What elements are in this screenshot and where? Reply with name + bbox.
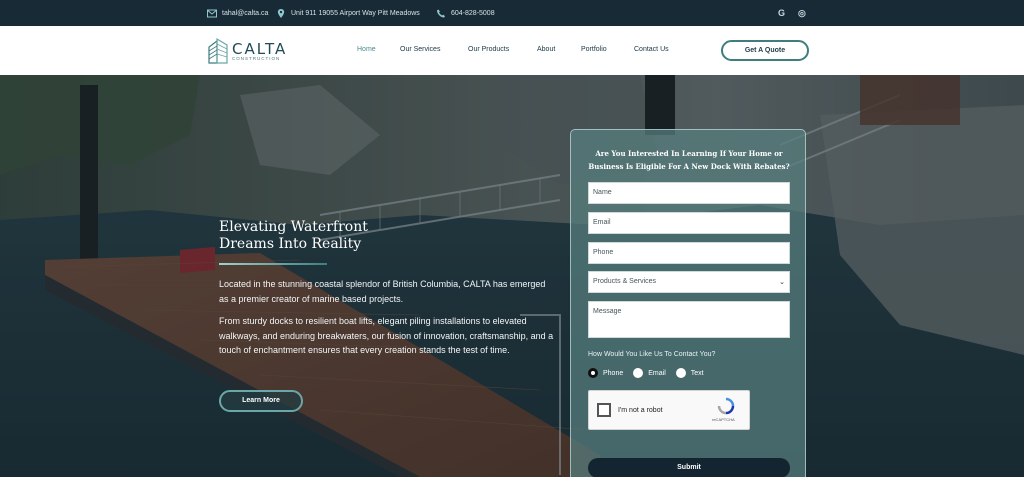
radio-text-label: Text [690,369,704,377]
get-a-quote-button[interactable]: Get A Quote [721,40,809,61]
brand-tagline: CONSTRUCTION [232,56,281,61]
email-field[interactable]: Email [588,212,790,234]
nav-item-portfolio[interactable]: Portfolio [581,46,607,53]
google-icon[interactable]: G [778,8,785,18]
main-navigation: CALTA CONSTRUCTION Home Our Services Our… [0,26,1024,75]
building-logo-icon [208,37,228,64]
topbar-email[interactable]: tahal@calta.ca [207,9,268,18]
hero-title-line-2: Dreams Into Reality [219,236,362,252]
topbar-phone[interactable]: 604-828-5008 [436,9,495,18]
mail-icon [207,9,217,18]
recaptcha-brand: reCAPTCHA [712,417,735,422]
message-field[interactable]: Message [588,301,790,338]
radio-email[interactable] [633,368,644,378]
radio-phone-label: Phone [603,369,624,377]
nav-item-contact-us[interactable]: Contact Us [634,46,669,53]
select-value: Products & Services [593,278,657,285]
hero-section: Elevating Waterfront Dreams Into Reality… [0,75,1024,477]
topbar-address-text: Unit 911 19055 Airport Way Pitt Meadows [291,10,420,17]
topbar-phone-text: 604-828-5008 [451,10,495,17]
products-services-select[interactable]: Products & Services ⌄ [588,271,790,293]
dock-background-image [0,75,1024,477]
form-title: Are You Interested In Learning If Your H… [571,147,807,173]
title-underline [219,263,327,265]
instagram-icon[interactable]: ◎ [798,8,806,19]
hero-services-paragraph: From sturdy docks to resilient boat lift… [219,316,554,355]
recaptcha-logo-icon [717,397,735,415]
nav-item-our-services[interactable]: Our Services [400,46,440,53]
calta-logo[interactable]: CALTA CONSTRUCTION [207,37,302,65]
recaptcha-widget: I'm not a robot reCAPTCHA [588,390,750,430]
form-title-line-1: Are You Interested In Learning If Your H… [595,149,783,158]
recaptcha-checkbox[interactable] [597,403,611,417]
phone-icon [436,9,446,18]
radio-text[interactable] [675,368,686,378]
radio-phone[interactable] [588,368,598,378]
contact-preference-radios: Phone Email Text [588,368,714,378]
dock-rebate-form: Are You Interested In Learning If Your H… [570,129,806,477]
location-pin-icon [277,9,285,18]
topbar-address: Unit 911 19055 Airport Way Pitt Meadows [276,9,420,18]
chevron-down-icon: ⌄ [779,279,785,286]
hero-title: Elevating Waterfront Dreams Into Reality [219,219,429,253]
nav-item-our-products[interactable]: Our Products [468,46,509,53]
recaptcha-label: I'm not a robot [618,407,663,414]
phone-field[interactable]: Phone [588,242,790,264]
contact-preference-label: How Would You Like Us To Contact You? [588,351,716,358]
submit-button[interactable]: Submit [588,458,790,477]
nav-item-about[interactable]: About [537,46,555,53]
hero-intro-paragraph: Located in the stunning coastal splendor… [219,279,546,304]
learn-more-button[interactable]: Learn More [219,390,303,412]
name-field[interactable]: Name [588,182,790,204]
form-title-line-2: Business Is Eligible For A New Dock With… [588,162,790,171]
radio-email-label: Email [648,369,666,377]
top-info-bar: tahal@calta.ca Unit 911 19055 Airport Wa… [0,0,1024,26]
hero-title-line-1: Elevating Waterfront [219,219,368,235]
topbar-email-text: tahal@calta.ca [222,10,269,17]
nav-item-home[interactable]: Home [357,46,376,53]
